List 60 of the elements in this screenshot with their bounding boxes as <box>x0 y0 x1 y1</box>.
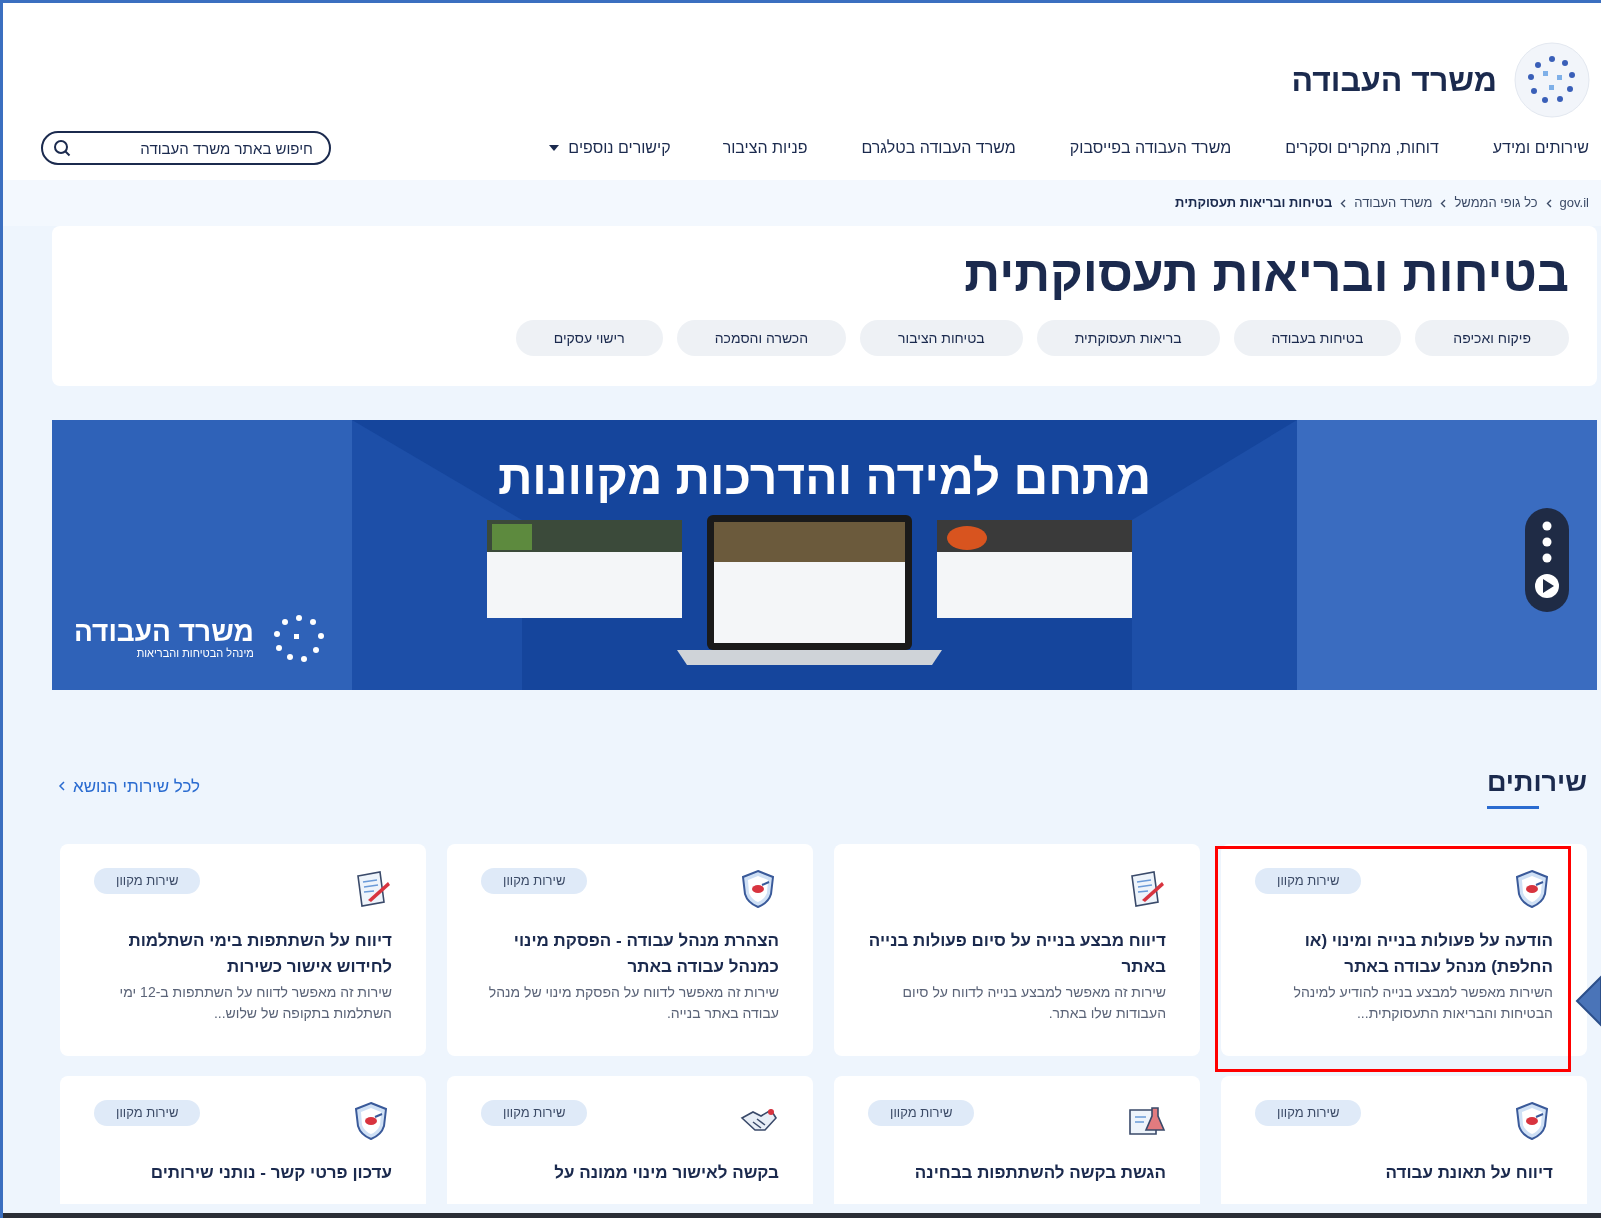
topic-tag[interactable]: בטיחות בעבודה <box>1233 320 1402 356</box>
card-title: דיווח על תאונת עבודה <box>1384 1162 1553 1184</box>
nav-link[interactable]: דוחות, מחקרים וסקרים <box>1285 136 1439 160</box>
banner-logo-subtitle: מינהל הבטיחות והבריאות <box>135 646 254 660</box>
breadcrumb-link[interactable]: כל גופי הממשל <box>1454 193 1538 213</box>
carousel-control[interactable] <box>1525 508 1569 612</box>
nav-link[interactable]: משרד העבודה בטלגרם <box>861 136 1016 160</box>
service-card[interactable]: שירות מקוון הצהרת מנהל עבודה - הפסקת מינוי כמנהל עבודה באתר שירות זה מאפשר לדווח על הפסקת מינוי של מנהל עבודה באתר בנייה. <box>447 844 813 1056</box>
card-title: בקשה לאישור מינוי ממונה על <box>553 1162 779 1184</box>
card-description: השירות מאפשר למבצע בנייה להודיע למינהל הבטיחות והבריאות התעסוקתית... <box>1292 983 1553 1023</box>
section-heading: שירותים <box>1486 766 1587 799</box>
search-field[interactable]: חיפוש באתר משרד העבודה <box>41 131 331 165</box>
breadcrumb-link[interactable]: gov.il <box>1559 193 1589 213</box>
pointer-arrow <box>1575 975 1601 1027</box>
online-service-badge: שירות מקוון <box>1255 868 1362 894</box>
card-description: שירות זה מאפשר לדווח על הפסקת מינוי של מנהל עבודה באתר בנייה. <box>487 983 779 1023</box>
chevron-icon <box>1340 198 1347 208</box>
online-service-badge: שירות מקוון <box>481 868 588 894</box>
service-card[interactable]: דיווח מבצע בנייה על סיום פעולות בנייה באתר שירות זה מאפשר למבצע בנייה לדווח על סיום העבודות שלו באתר. <box>834 844 1200 1056</box>
online-service-badge: שירות מקוון <box>94 868 201 894</box>
nav-link[interactable]: שירותים ומידע <box>1492 136 1589 160</box>
online-service-badge: שירות מקוון <box>1255 1100 1362 1126</box>
topic-tag[interactable]: רישוי עסקים <box>515 320 663 356</box>
service-card[interactable]: שירות מקוון דיווח על תאונת עבודה <box>1221 1076 1587 1204</box>
topic-tag[interactable]: פיקוח ואכיפה <box>1415 320 1569 356</box>
banner-headline: מתחם למידה והדרכות מקוונות <box>496 450 1153 506</box>
online-service-badge: שירות מקוון <box>94 1100 201 1126</box>
chevron-icon <box>58 781 65 791</box>
service-card[interactable]: שירות מקוון עדכון פרטי קשר - נותני שירותים <box>60 1076 426 1204</box>
topic-tag[interactable]: בטיחות הציבור <box>860 320 1023 356</box>
service-card[interactable]: שירות מקוון דיווח על השתתפות בימי השתלמות לחידוש אישור כשירות שירות זה מאפשר לדווח על השתתפות ב-12 ימי השתלמות בתקופה של שלוש... <box>60 844 426 1056</box>
online-service-badge: שירות מקוון <box>481 1100 588 1126</box>
topic-tag[interactable]: הכשרה והסמכה <box>676 320 847 356</box>
logo-icon <box>1513 40 1591 119</box>
breadcrumb-link[interactable]: משרד העבודה <box>1354 193 1433 213</box>
page-title: בטיחות ובריאות תעסוקתית <box>963 246 1569 302</box>
more-links-menu[interactable]: קישורים נוספים <box>548 136 671 160</box>
nav-link[interactable]: משרד העבודה בפייסבוק <box>1069 136 1232 160</box>
chevron-icon <box>1440 198 1447 208</box>
search-icon <box>53 139 71 157</box>
all-services-link[interactable]: לכל שירותי הנושא <box>73 774 201 800</box>
online-service-badge: שירות מקוון <box>868 1100 975 1126</box>
card-title: הגשת בקשה להשתתפות בבחינה <box>913 1162 1166 1184</box>
card-title: הודעה על פעולות בנייה ומינוי (או החלפת) מנהל עבודה באתר <box>1303 930 1553 978</box>
site-title[interactable]: משרד העבודה <box>1291 55 1497 104</box>
caret-icon <box>548 144 561 152</box>
card-title: דיווח על השתתפות בימי השתלמות לחידוש אישור כשירות <box>127 930 392 978</box>
card-title: דיווח מבצע בנייה על סיום פעולות בנייה באתר <box>868 930 1166 978</box>
card-title: הצהרת מנהל עבודה - הפסקת מינוי כמנהל עבודה באתר <box>512 930 779 978</box>
topic-tag[interactable]: בריאות תעסוקתית <box>1036 320 1220 356</box>
chevron-icon <box>1545 198 1552 208</box>
card-description: שירות זה מאפשר לדווח על השתתפות ב-12 ימי השתלמות בתקופה של שלוש... <box>118 983 392 1023</box>
service-card[interactable]: שירות מקוון הודעה על פעולות בנייה ומינוי (או החלפת) מנהל עבודה באתר השירות מאפשר למבצע בנייה להודיע למינהל הבטיחות והבריאות התעסוקתית... <box>1221 844 1587 1056</box>
card-title: עדכון פרטי קשר - נותני שירותים <box>149 1162 392 1184</box>
nav-link[interactable]: פניות הציבור <box>722 136 808 160</box>
card-description: שירות זה מאפשר למבצע בנייה לדווח על סיום העבודות שלו באתר. <box>901 983 1166 1023</box>
service-card[interactable]: שירות מקוון הגשת בקשה להשתתפות בבחינה <box>834 1076 1200 1204</box>
breadcrumb-link[interactable]: בטיחות ובריאות תעסוקתית <box>1175 193 1333 213</box>
service-card[interactable]: שירות מקוון בקשה לאישור מינוי ממונה על <box>447 1076 813 1204</box>
banner-logo-title: משרד העבודה <box>74 616 254 647</box>
